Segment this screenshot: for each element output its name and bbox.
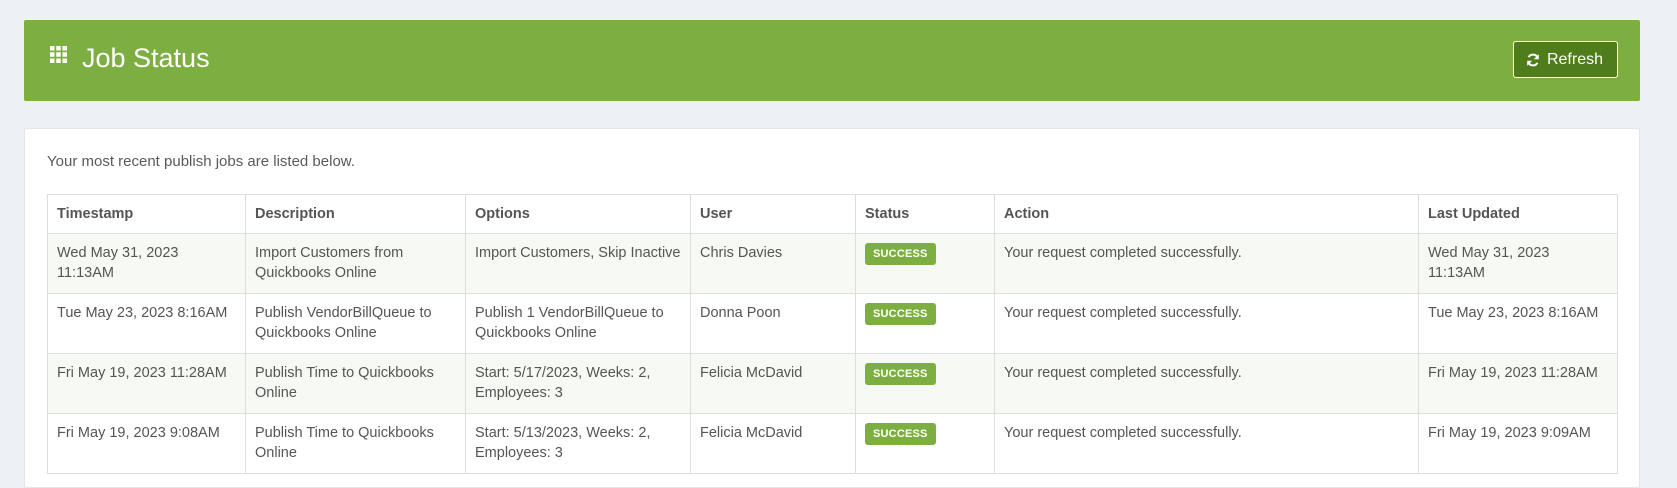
cell-user: Felicia McDavid [690, 413, 856, 474]
column-header-user[interactable]: User [690, 194, 856, 234]
cell-last-updated: Wed May 31, 2023 11:13AM [1418, 233, 1618, 294]
column-header-status[interactable]: Status [855, 194, 995, 234]
status-badge: SUCCESS [865, 423, 936, 445]
table-row: Wed May 31, 2023 11:13AM Import Customer… [47, 233, 1618, 294]
cell-status: SUCCESS [855, 233, 995, 294]
cell-description: Publish Time to Quickbooks Online [245, 353, 466, 414]
table-row: Tue May 23, 2023 8:16AM Publish VendorBi… [47, 293, 1618, 354]
cell-status: SUCCESS [855, 293, 995, 354]
cell-description: Import Customers from Quickbooks Online [245, 233, 466, 294]
column-header-options[interactable]: Options [465, 194, 691, 234]
status-badge: SUCCESS [865, 363, 936, 385]
cell-timestamp: Fri May 19, 2023 9:08AM [47, 413, 246, 474]
jobs-panel: Your most recent publish jobs are listed… [24, 128, 1640, 488]
cell-description: Publish VendorBillQueue to Quickbooks On… [245, 293, 466, 354]
intro-text: Your most recent publish jobs are listed… [47, 153, 355, 170]
cell-timestamp: Fri May 19, 2023 11:28AM [47, 353, 246, 414]
column-header-timestamp[interactable]: Timestamp [47, 194, 246, 234]
cell-action: Your request completed successfully. [994, 353, 1419, 414]
table-row: Fri May 19, 2023 9:08AM Publish Time to … [47, 413, 1618, 474]
cell-action: Your request completed successfully. [994, 293, 1419, 354]
cell-description: Publish Time to Quickbooks Online [245, 413, 466, 474]
column-header-last-updated[interactable]: Last Updated [1418, 194, 1618, 234]
status-badge: SUCCESS [865, 303, 936, 325]
cell-action: Your request completed successfully. [994, 413, 1419, 474]
table-header-row: Timestamp Description Options User Statu… [47, 194, 1618, 234]
status-badge: SUCCESS [865, 243, 936, 265]
jobs-table: Timestamp Description Options User Statu… [47, 194, 1618, 474]
cell-timestamp: Wed May 31, 2023 11:13AM [47, 233, 246, 294]
cell-last-updated: Fri May 19, 2023 9:09AM [1418, 413, 1618, 474]
page-header: Job Status Refresh [24, 20, 1640, 101]
cell-user: Chris Davies [690, 233, 856, 294]
cell-last-updated: Tue May 23, 2023 8:16AM [1418, 293, 1618, 354]
cell-options: Import Customers, Skip Inactive [465, 233, 691, 294]
refresh-button[interactable]: Refresh [1512, 41, 1618, 78]
cell-timestamp: Tue May 23, 2023 8:16AM [47, 293, 246, 354]
cell-action: Your request completed successfully. [994, 233, 1419, 294]
column-header-description[interactable]: Description [245, 194, 466, 234]
cell-user: Donna Poon [690, 293, 856, 354]
cell-last-updated: Fri May 19, 2023 11:28AM [1418, 353, 1618, 414]
grid-icon [50, 46, 67, 63]
cell-options: Start: 5/17/2023, Weeks: 2, Employees: 3 [465, 353, 691, 414]
refresh-icon [1527, 53, 1539, 66]
cell-options: Publish 1 VendorBillQueue to Quickbooks … [465, 293, 691, 354]
refresh-button-label: Refresh [1546, 50, 1603, 68]
page-title: Job Status [82, 43, 210, 73]
cell-options: Start: 5/13/2023, Weeks: 2, Employees: 3 [465, 413, 691, 474]
cell-status: SUCCESS [855, 413, 995, 474]
cell-user: Felicia McDavid [690, 353, 856, 414]
column-header-action[interactable]: Action [994, 194, 1419, 234]
table-row: Fri May 19, 2023 11:28AM Publish Time to… [47, 353, 1618, 414]
cell-status: SUCCESS [855, 353, 995, 414]
